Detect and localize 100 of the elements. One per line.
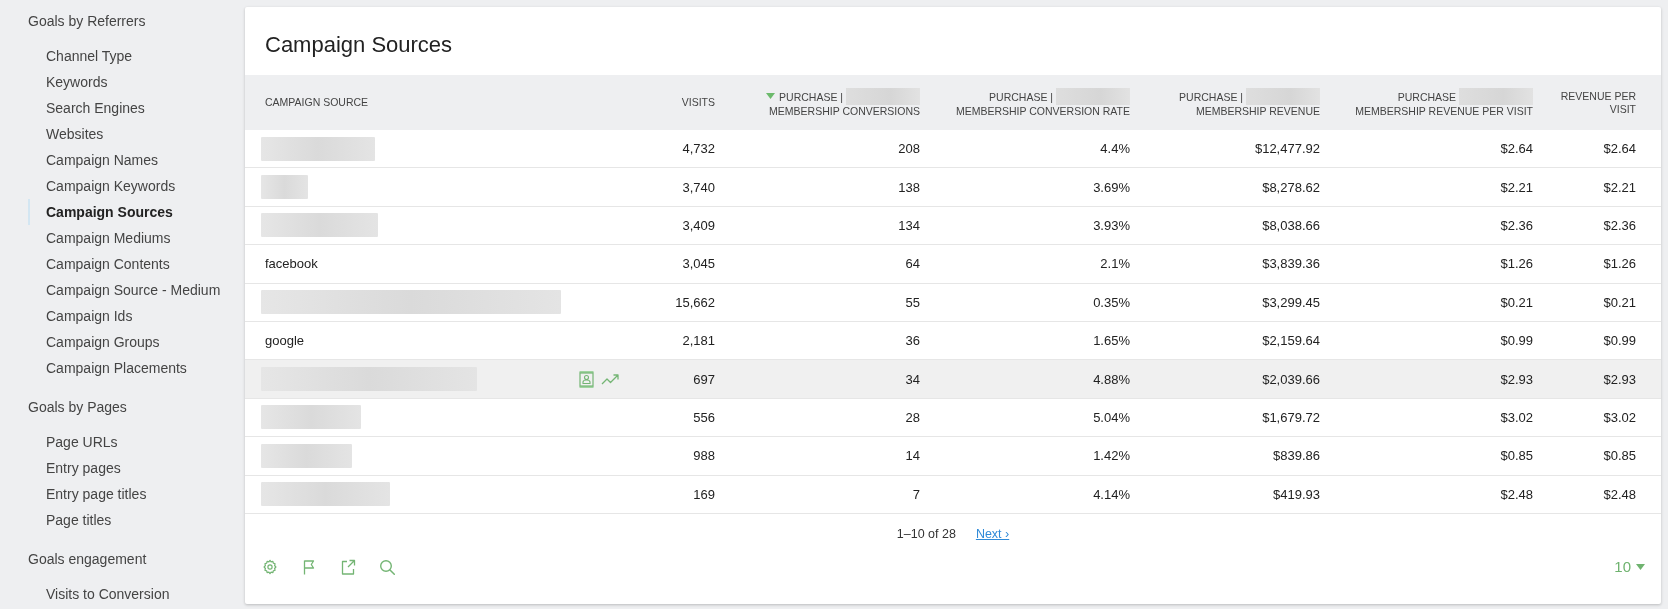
conversions-count: 134 (898, 217, 920, 233)
column-header[interactable]: PURCHASE | MEMBERSHIP CONVERSIONS (766, 87, 920, 118)
column-header[interactable]: PURCHASE | MEMBERSHIP REVENUE (1179, 87, 1320, 118)
sidebar-item[interactable]: Search Engines (28, 95, 145, 121)
revenue-amount: $12,477.92 (1254, 141, 1320, 157)
revenue-per-visit: $0.21 (1500, 294, 1533, 310)
conversion-rate: 1.42% (1093, 448, 1130, 464)
conversion-rate: 3.69% (1093, 179, 1130, 195)
redacted-block (261, 175, 308, 200)
visits-count: 697 (693, 371, 715, 387)
visits-count: 988 (693, 448, 715, 464)
visits-count: 3,045 (682, 256, 715, 272)
revenue-per-visit: $2.36 (1603, 217, 1636, 233)
visits-count: 2,181 (682, 333, 715, 349)
campaign-source: google (264, 333, 305, 349)
conversions-count: 36 (905, 333, 920, 349)
settings-icon[interactable] (262, 558, 278, 575)
revenue-per-visit: $2.36 (1500, 217, 1533, 233)
revenue-amount: $8,278.62 (1262, 179, 1320, 195)
table-row[interactable]: 4,732 208 4.4% $12,477.92 $2.64 $2.64 (245, 130, 1661, 169)
sidebar-item[interactable]: Channel Type (28, 43, 133, 69)
conversions-count: 14 (905, 448, 920, 464)
sidebar-item[interactable]: Keywords (28, 69, 108, 95)
table-row[interactable]: 3,409 134 3.93% $8,038.66 $2.36 $2.36 (245, 206, 1661, 246)
table-row[interactable]: 3,740 138 3.69% $8,278.62 $2.21 $2.21 (245, 168, 1661, 207)
revenue-per-visit: $2.93 (1603, 371, 1636, 387)
sidebar-item[interactable]: Entry pages (28, 455, 121, 481)
section-heading: Goals by Pages (28, 398, 127, 417)
sidebar-item[interactable]: Campaign Names (28, 147, 159, 173)
visits-count: 169 (693, 486, 715, 502)
table-row[interactable]: 697 34 4.88% $2,039.66 $2.93 $2.93 (245, 360, 1661, 399)
sidebar-item[interactable]: Campaign Placements (28, 355, 187, 381)
revenue-per-visit: $3.02 (1603, 409, 1636, 425)
export-icon[interactable] (340, 558, 356, 575)
conversion-rate: 4.14% (1093, 486, 1130, 502)
sidebar-item[interactable]: Visits to Conversion (28, 581, 170, 607)
sidebar-item[interactable]: Page URLs (28, 429, 118, 455)
column-header[interactable]: CAMPAIGN SOURCE (265, 96, 369, 109)
revenue-amount: $839.86 (1273, 448, 1320, 464)
sidebar-item[interactable]: Websites (28, 121, 104, 147)
flag-icon[interactable] (301, 558, 317, 575)
visits-count: 556 (693, 409, 715, 425)
revenue-per-visit: $1.26 (1500, 256, 1533, 272)
revenue-amount: $8,038.66 (1262, 217, 1320, 233)
column-header[interactable]: VISITS (681, 96, 715, 109)
revenue-per-visit: $2.64 (1500, 141, 1533, 157)
sidebar-item[interactable]: Campaign Sources (28, 199, 173, 225)
conversion-rate: 4.4% (1100, 141, 1130, 157)
conversions-count: 34 (905, 371, 920, 387)
contact-card-icon[interactable] (577, 369, 596, 389)
conversion-rate: 4.88% (1093, 371, 1130, 387)
sidebar-item[interactable]: Campaign Contents (28, 251, 170, 277)
conversion-rate: 5.04% (1093, 409, 1130, 425)
campaign-source: facebook (264, 256, 318, 272)
table-row[interactable]: 169 7 4.14% $419.93 $2.48 $2.48 (245, 475, 1661, 514)
revenue-per-visit: $2.21 (1500, 179, 1533, 195)
revenue-per-visit: $1.26 (1603, 256, 1636, 272)
revenue-amount: $3,839.36 (1262, 256, 1320, 272)
sidebar-item[interactable]: Campaign Groups (28, 329, 160, 355)
sidebar-item[interactable]: Campaign Ids (28, 303, 133, 329)
revenue-amount: $3,299.45 (1262, 294, 1320, 310)
sidebar-item[interactable]: Entry page titles (28, 481, 147, 507)
sidebar-item[interactable]: Campaign Keywords (28, 173, 176, 199)
search-icon[interactable] (379, 558, 395, 575)
column-header[interactable]: PURCHASE | MEMBERSHIP CONVERSION RATE (955, 87, 1130, 118)
section-heading: Goals engagement (28, 550, 147, 569)
conversion-rate: 0.35% (1093, 294, 1130, 310)
table-row[interactable]: 988 14 1.42% $839.86 $0.85 $0.85 (245, 437, 1661, 476)
revenue-per-visit: $2.48 (1500, 486, 1533, 502)
table-row[interactable]: 15,662 55 0.35% $3,299.45 $0.21 $0.21 (245, 283, 1661, 322)
pagination-range: 1–10 of 28 (896, 526, 956, 541)
section-heading: Goals by Referrers (28, 12, 146, 31)
visits-count: 15,662 (675, 294, 715, 310)
revenue-amount: $419.93 (1273, 486, 1320, 502)
revenue-per-visit: $0.85 (1603, 448, 1636, 464)
revenue-per-visit: $2.48 (1603, 486, 1636, 502)
report-title: Campaign Sources (265, 32, 453, 58)
column-header[interactable]: REVENUE PER VISIT (1560, 90, 1636, 115)
table-row[interactable]: facebook 3,045 64 2.1% $3,839.36 $1.26 $1.26 (245, 245, 1661, 284)
revenue-per-visit: $0.99 (1603, 333, 1636, 349)
next-link[interactable]: Next › (975, 526, 1010, 541)
visits-count: 3,409 (682, 217, 715, 233)
conversion-rate: 3.93% (1093, 217, 1130, 233)
conversions-count: 28 (905, 409, 920, 425)
column-header[interactable]: PURCHASE MEMBERSHIP REVENUE PER VISIT (1355, 87, 1533, 118)
sidebar-item[interactable]: Campaign Source - Medium (28, 277, 221, 303)
conversions-count: 7 (912, 486, 920, 502)
caret-icon (1636, 563, 1645, 570)
revenue-amount: $2,159.64 (1262, 333, 1320, 349)
revenue-amount: $1,679.72 (1262, 409, 1320, 425)
sidebar-item[interactable]: Campaign Mediums (28, 225, 171, 251)
revenue-per-visit: $0.85 (1500, 448, 1533, 464)
revenue-amount: $2,039.66 (1262, 371, 1320, 387)
table-row[interactable]: 556 28 5.04% $1,679.72 $3.02 $3.02 (245, 398, 1661, 438)
conversions-count: 55 (905, 294, 920, 310)
revenue-per-visit: $2.21 (1603, 179, 1636, 195)
sidebar-item[interactable]: Page titles (28, 507, 112, 533)
revenue-per-visit: $2.93 (1500, 371, 1533, 387)
conversions-count: 64 (905, 256, 920, 272)
revenue-per-visit: $3.02 (1500, 409, 1533, 425)
